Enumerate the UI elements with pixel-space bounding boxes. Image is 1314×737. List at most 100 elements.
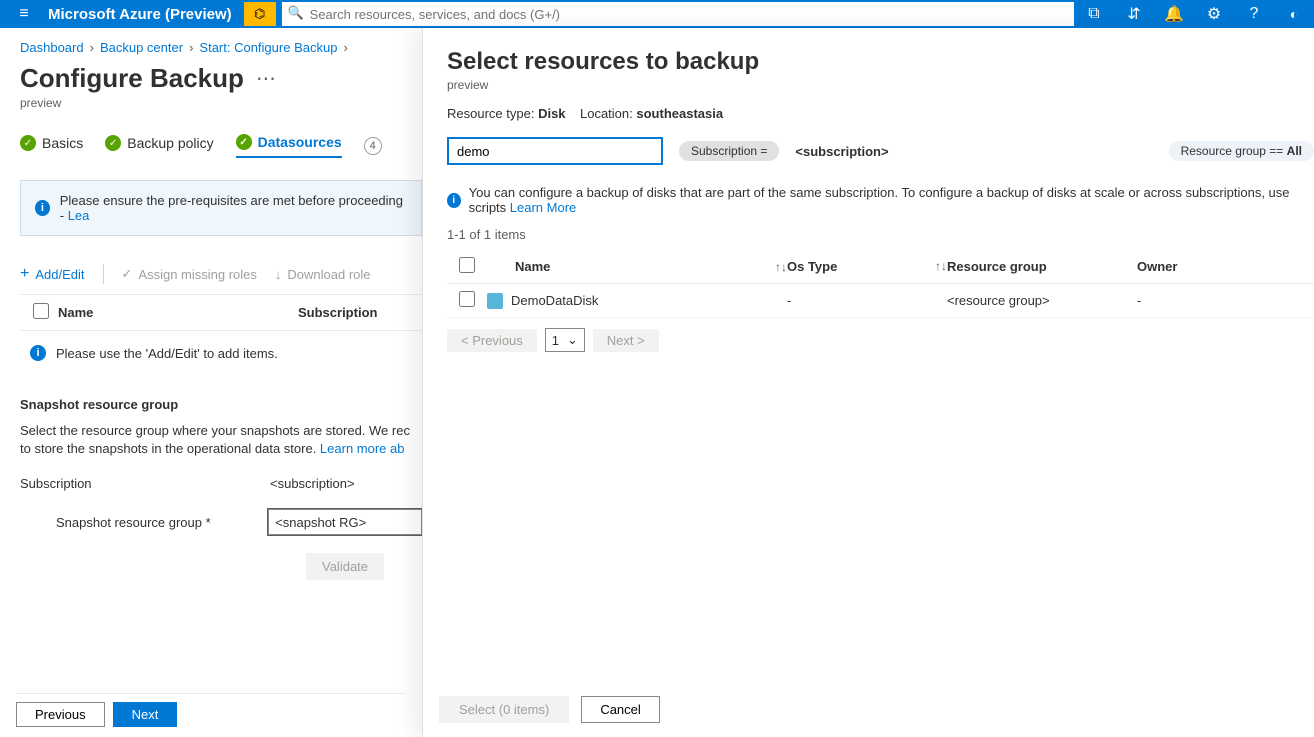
command-bar: + Add/Edit ✓ Assign missing roles ↓ Down… [20,258,422,294]
chevron-right-icon: › [90,40,94,55]
cancel-button[interactable]: Cancel [581,696,659,723]
info-icon: i [30,345,46,361]
check-icon: ✓ [105,135,121,151]
panel-subtitle: preview [447,78,1314,92]
result-count: 1-1 of 1 items [447,227,1314,242]
select-items-button[interactable]: Select (0 items) [439,696,569,723]
col-subscription[interactable]: Subscription [298,305,377,320]
chevron-right-icon: › [189,40,193,55]
snapshot-rg-select[interactable]: <snapshot RG> [268,509,422,535]
snapshot-learn-link[interactable]: Learn more ab [320,441,405,456]
snapshot-desc-line1: Select the resource group where your sna… [20,423,410,438]
page-subtitle: preview [20,96,422,110]
resource-type-value: Disk [538,106,565,121]
panel-meta: Resource type: Disk Location: southeasta… [447,106,1314,121]
col-os-type[interactable]: Os Type [787,259,837,274]
chevron-right-icon: › [343,40,347,55]
cloud-shell-icon[interactable]: ⧉ [1074,5,1114,23]
step-datasources[interactable]: ✓ Datasources [236,134,342,158]
step-datasources-label: Datasources [258,134,342,150]
global-search-input[interactable] [282,2,1074,26]
settings-icon[interactable]: ⚙ [1194,4,1234,24]
location-label: Location: [580,106,633,121]
brand-label: Microsoft Azure (Preview) [48,6,244,23]
page-select[interactable]: 1 ⌄ [545,328,585,352]
assign-roles-button[interactable]: ✓ Assign missing roles [122,266,257,282]
snapshot-section-title: Snapshot resource group [20,397,422,412]
validate-button[interactable]: Validate [306,553,384,580]
page-title: Configure Backup [20,63,244,94]
wizard-footer: Previous Next [16,693,406,727]
help-icon[interactable]: ? [1234,5,1274,23]
step-4-number: 4 [364,137,382,155]
col-name[interactable]: Name [515,259,550,274]
breadcrumb-start-configure[interactable]: Start: Configure Backup [199,40,337,55]
more-actions-icon[interactable]: ⋯ [256,66,276,91]
previous-button[interactable]: Previous [16,702,105,727]
info-icon: i [447,193,461,208]
wizard-steps: ✓ Basics ✓ Backup policy ✓ Datasources 4 [20,134,422,158]
breadcrumb-dashboard[interactable]: Dashboard [20,40,84,55]
page-number: 1 [552,333,559,348]
pill-rg-prefix: Resource group == [1181,144,1284,158]
ds-table-header: Name Subscription [20,294,422,331]
snapshot-rg-value: <snapshot RG> [275,515,366,530]
row-rg: <resource group> [947,293,1137,308]
breadcrumb: Dashboard › Backup center › Start: Confi… [20,40,422,55]
hamburger-icon[interactable]: ≡ [0,5,48,23]
sort-icon[interactable]: ↑↓ [775,260,787,274]
step-backup-policy[interactable]: ✓ Backup policy [105,135,213,157]
col-resource-group[interactable]: Resource group [947,259,1137,274]
snapshot-rg-label: Snapshot resource group * [56,515,268,530]
paginator: < Previous 1 ⌄ Next > [447,328,1314,352]
next-button[interactable]: Next [113,702,178,727]
panel-info-link[interactable]: Learn More [510,200,576,215]
step-basics[interactable]: ✓ Basics [20,135,83,157]
row-checkbox[interactable] [459,291,475,307]
select-all-checkbox[interactable] [33,303,49,319]
account-icon[interactable]: ◐ [1274,6,1314,22]
top-icon-bar: ⧉ ⇵ 🔔 ⚙ ? ◐ [1074,4,1314,24]
prereq-learn-link[interactable]: Lea [68,208,90,223]
resource-table-header: Name↑↓ Os Type↑↓ Resource group Owner [447,250,1314,284]
notifications-icon[interactable]: 🔔 [1154,4,1194,24]
row-name: DemoDataDisk [511,293,598,308]
pill-rg-value: All [1287,144,1302,158]
panel-footer: Select (0 items) Cancel [439,696,1314,723]
info-icon: i [35,200,50,216]
col-name[interactable]: Name [58,305,298,320]
pag-next-button[interactable]: Next > [593,329,659,352]
preview-bug-icon[interactable]: ⌬ [244,2,276,26]
prereq-infobox: i Please ensure the pre-requisites are m… [20,180,422,236]
download-role-button[interactable]: ↓ Download role [275,267,371,282]
col-owner[interactable]: Owner [1137,259,1277,274]
pag-previous-button[interactable]: < Previous [447,329,537,352]
breadcrumb-backup-center[interactable]: Backup center [100,40,183,55]
panel-info: i You can configure a backup of disks th… [447,185,1314,215]
filter-icon[interactable]: ⇵ [1114,4,1154,24]
rg-filter-pill[interactable]: Resource group == All [1169,141,1314,161]
filter-row: Subscription = <subscription> Resource g… [447,137,1314,165]
panel-select-all-checkbox[interactable] [459,257,475,273]
divider [103,264,104,284]
global-search[interactable]: 🔍 [282,2,1074,26]
step-policy-label: Backup policy [127,135,213,151]
row-owner: - [1137,293,1277,308]
download-role-label: Download role [287,267,370,282]
snapshot-section-desc: Select the resource group where your sna… [20,422,422,458]
search-icon: 🔍 [288,5,304,21]
assign-roles-label: Assign missing roles [138,267,257,282]
select-resources-panel: Select resources to backup preview Resou… [422,28,1314,737]
check-icon: ✓ [20,135,36,151]
add-edit-label: Add/Edit [35,267,84,282]
check-icon: ✓ [236,134,252,150]
table-row[interactable]: DemoDataDisk - <resource group> - [447,284,1314,318]
checkmark-icon: ✓ [122,266,133,282]
resource-search-input[interactable] [447,137,663,165]
subscription-filter-pill[interactable]: Subscription = [679,141,779,161]
panel-info-text: You can configure a backup of disks that… [469,185,1290,215]
disk-icon [487,293,503,309]
add-edit-button[interactable]: + Add/Edit [20,265,85,283]
row-os: - [787,293,947,308]
sort-icon[interactable]: ↑↓ [935,259,947,273]
